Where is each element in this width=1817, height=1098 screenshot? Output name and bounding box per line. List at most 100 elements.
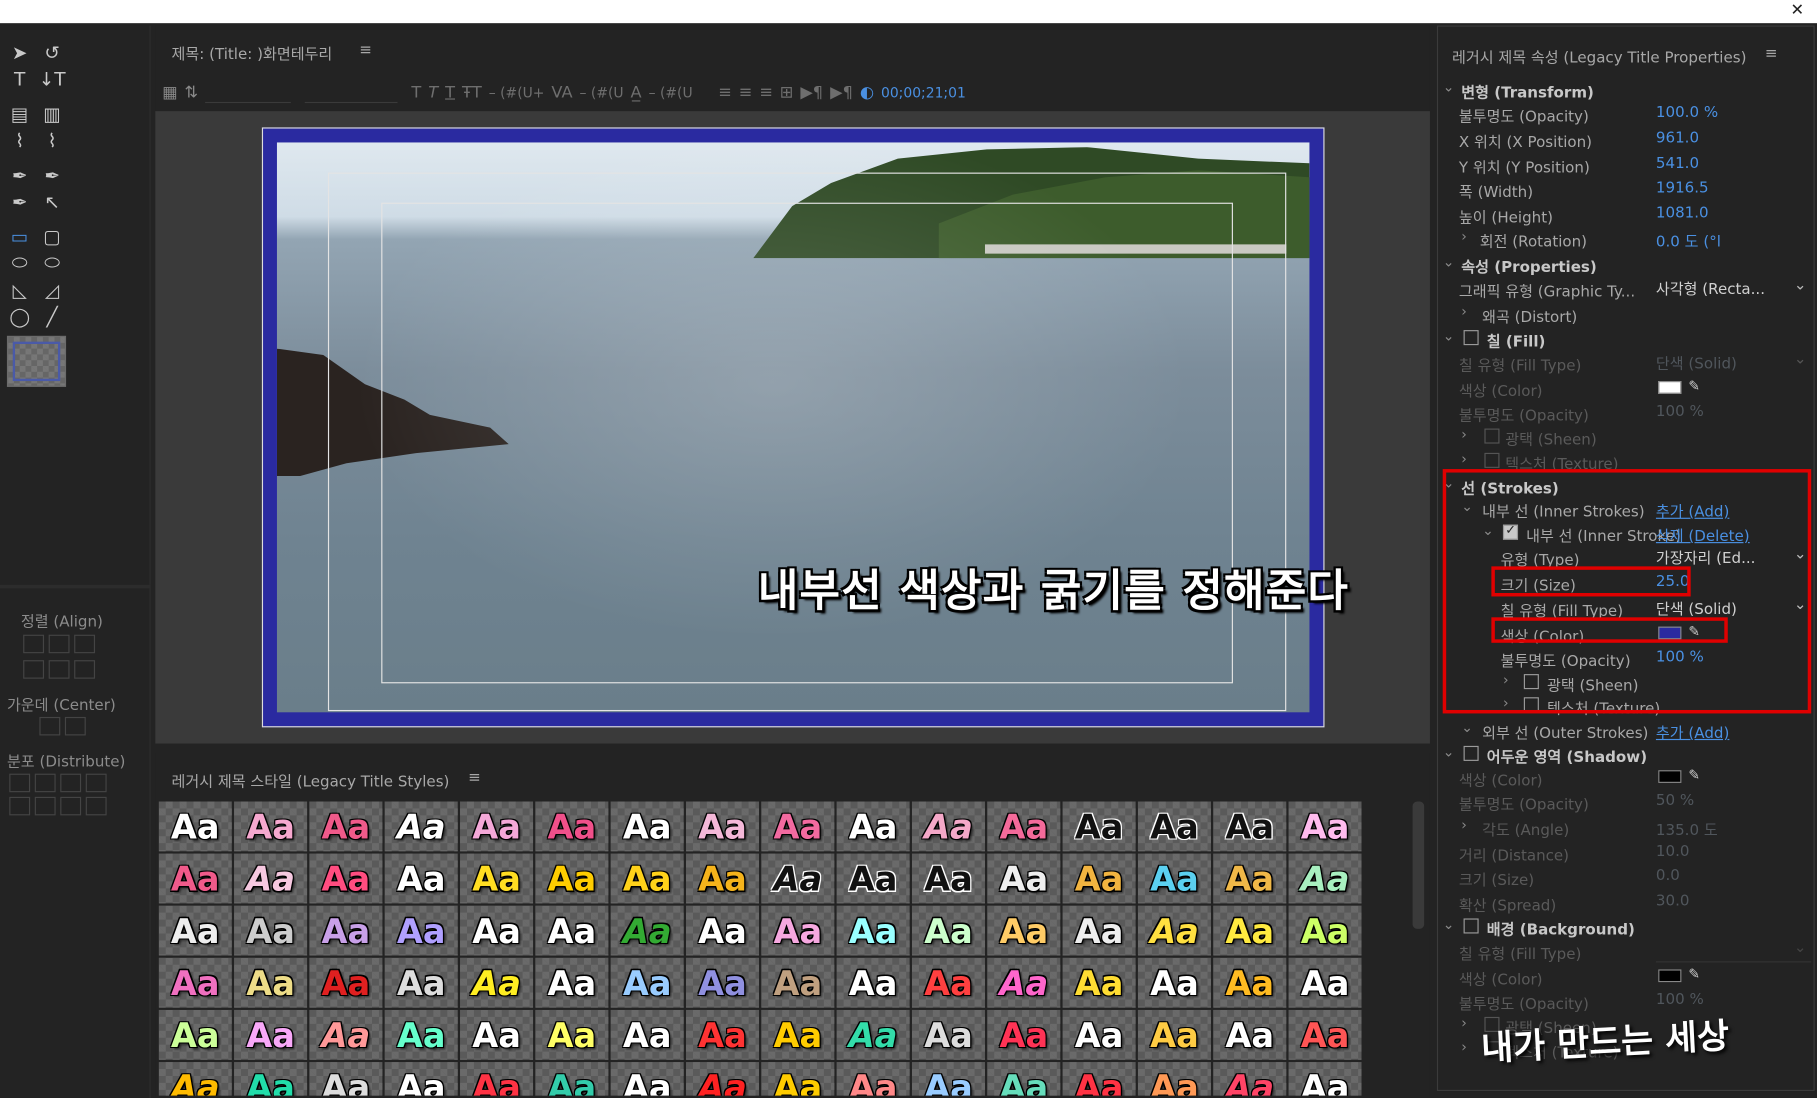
title-style-swatch[interactable]: Aa bbox=[1288, 957, 1362, 1008]
title-style-swatch[interactable]: Aa bbox=[1288, 1009, 1362, 1060]
title-style-swatch[interactable]: Aa bbox=[460, 801, 534, 852]
shadow-spread-value[interactable]: 30.0 bbox=[1656, 893, 1690, 910]
title-style-swatch[interactable]: Aa bbox=[234, 957, 308, 1008]
title-style-swatch[interactable]: Aa bbox=[987, 1062, 1061, 1096]
title-style-swatch[interactable]: Aa bbox=[460, 1009, 534, 1060]
title-style-swatch[interactable]: Aa bbox=[234, 801, 308, 852]
add-anchor-point-tool-icon[interactable]: ✒ bbox=[5, 189, 35, 214]
title-style-swatch[interactable]: Aa bbox=[158, 905, 232, 956]
panel-divider[interactable] bbox=[0, 584, 151, 589]
title-style-swatch[interactable]: Aa bbox=[987, 957, 1061, 1008]
title-style-swatch[interactable]: Aa bbox=[686, 905, 760, 956]
chevron-right-icon[interactable]: › bbox=[1461, 228, 1467, 244]
title-style-swatch[interactable]: Aa bbox=[1062, 853, 1136, 904]
fill-texture-checkbox[interactable] bbox=[1484, 452, 1500, 468]
type-tool-icon[interactable]: T bbox=[5, 66, 35, 91]
title-style-swatch[interactable]: Aa bbox=[911, 801, 985, 852]
title-style-swatch[interactable]: Aa bbox=[158, 801, 232, 852]
title-style-swatch[interactable]: Aa bbox=[1137, 957, 1211, 1008]
line-tool-icon[interactable]: ╱ bbox=[37, 303, 67, 328]
title-style-swatch[interactable]: Aa bbox=[610, 905, 684, 956]
template-icon[interactable]: ▦ bbox=[162, 83, 177, 102]
bg-color-swatch[interactable] bbox=[1658, 969, 1682, 983]
title-style-swatch[interactable]: Aa bbox=[911, 1009, 985, 1060]
clipped-corner-rectangle-tool-icon[interactable]: ⬭ bbox=[5, 250, 35, 275]
rotation-value[interactable]: 0.0 도 (°l bbox=[1656, 229, 1721, 251]
title-style-swatch[interactable]: Aa bbox=[836, 1009, 910, 1060]
title-style-swatch[interactable]: Aa bbox=[234, 853, 308, 904]
background-section[interactable]: 배경 (Background) bbox=[1487, 917, 1635, 939]
title-style-swatch[interactable]: Aa bbox=[911, 853, 985, 904]
title-style-swatch[interactable]: Aa bbox=[309, 1062, 383, 1096]
rounded-corner-rectangle-tool-icon[interactable]: ⬭ bbox=[37, 250, 67, 275]
bold-icon[interactable]: T bbox=[411, 83, 421, 102]
title-style-swatch[interactable]: Aa bbox=[384, 801, 458, 852]
align-center-h-button[interactable] bbox=[48, 634, 70, 654]
title-style-swatch[interactable]: Aa bbox=[384, 853, 458, 904]
tab-stops-icon[interactable]: ⊞ bbox=[780, 83, 794, 102]
title-style-swatch[interactable]: Aa bbox=[836, 957, 910, 1008]
rectangle-tool-icon[interactable]: ▭ bbox=[5, 224, 35, 249]
distribute-right-button[interactable] bbox=[60, 773, 82, 793]
convert-anchor-point-tool-icon[interactable]: ↖ bbox=[37, 189, 67, 214]
vertical-area-type-tool-icon[interactable]: ▥ bbox=[37, 101, 67, 126]
title-style-swatch[interactable]: Aa bbox=[911, 1062, 985, 1096]
fill-sheen-checkbox[interactable] bbox=[1484, 428, 1500, 444]
title-style-swatch[interactable]: Aa bbox=[309, 1009, 383, 1060]
chevron-right-icon[interactable]: › bbox=[1461, 426, 1467, 442]
title-style-swatch[interactable]: Aa bbox=[610, 853, 684, 904]
eyedropper-icon[interactable]: ✎ bbox=[1688, 378, 1700, 394]
title-style-swatch[interactable]: Aa bbox=[158, 1062, 232, 1096]
selection-tool-icon[interactable]: ➤ bbox=[5, 39, 35, 64]
font-size-icon[interactable]: ŦT bbox=[462, 83, 482, 102]
styles-menu-icon[interactable]: ≡ bbox=[468, 769, 481, 786]
title-style-swatch[interactable]: Aa bbox=[761, 905, 835, 956]
fill-section[interactable]: 칠 (Fill) bbox=[1487, 329, 1546, 351]
distribute-middle-button[interactable] bbox=[34, 796, 56, 816]
align-right-button[interactable] bbox=[74, 634, 96, 654]
title-style-swatch[interactable]: Aa bbox=[535, 1009, 609, 1060]
eyedropper-icon[interactable]: ✎ bbox=[1688, 966, 1700, 982]
title-style-swatch[interactable]: Aa bbox=[234, 1062, 308, 1096]
title-style-swatch[interactable]: Aa bbox=[535, 853, 609, 904]
distribute-center-button[interactable] bbox=[34, 773, 56, 793]
x-position-value[interactable]: 961.0 bbox=[1656, 130, 1699, 147]
eyedropper-icon[interactable]: ✎ bbox=[1688, 767, 1700, 783]
shadow-color-swatch[interactable] bbox=[1658, 770, 1682, 783]
font-size-value[interactable]: – (#(U+ bbox=[489, 85, 545, 101]
title-style-swatch[interactable]: Aa bbox=[1137, 1009, 1211, 1060]
width-value[interactable]: 1916.5 bbox=[1656, 180, 1709, 197]
title-style-swatch[interactable]: Aa bbox=[1137, 801, 1211, 852]
rounded-rectangle-tool-icon[interactable]: ▢ bbox=[37, 224, 67, 249]
center-horizontal-button[interactable] bbox=[39, 716, 61, 736]
title-style-swatch[interactable]: Aa bbox=[836, 801, 910, 852]
center-vertical-button[interactable] bbox=[64, 716, 86, 736]
font-style-dropdown[interactable] bbox=[304, 82, 398, 104]
title-style-swatch[interactable]: Aa bbox=[460, 905, 534, 956]
roll-crawl-icon[interactable]: ⇅ bbox=[185, 83, 199, 102]
font-family-dropdown[interactable] bbox=[205, 82, 291, 104]
path-type-tool-icon[interactable]: ⌇ bbox=[5, 127, 35, 152]
title-style-swatch[interactable]: Aa bbox=[686, 853, 760, 904]
arc-tool-icon[interactable]: ◿ bbox=[37, 277, 67, 302]
chevron-down-icon[interactable]: ⌄ bbox=[1443, 254, 1455, 270]
title-style-swatch[interactable]: Aa bbox=[761, 801, 835, 852]
bg-opacity-value[interactable]: 100 % bbox=[1656, 991, 1704, 1008]
transform-section[interactable]: 변형 (Transform) bbox=[1461, 80, 1594, 102]
title-style-swatch[interactable]: Aa bbox=[1213, 957, 1287, 1008]
title-style-swatch[interactable]: Aa bbox=[1213, 1009, 1287, 1060]
chevron-down-icon[interactable]: ⌄ bbox=[1443, 744, 1455, 760]
show-background-icon[interactable]: ▶¶ bbox=[800, 83, 823, 102]
pen-tool-icon[interactable]: ✒ bbox=[5, 162, 35, 187]
chevron-down-icon[interactable]: ⌄ bbox=[1461, 719, 1473, 735]
title-style-swatch[interactable]: Aa bbox=[761, 1009, 835, 1060]
align-top-button[interactable] bbox=[23, 660, 45, 679]
title-style-swatch[interactable]: Aa bbox=[535, 801, 609, 852]
title-style-swatch[interactable]: Aa bbox=[1137, 853, 1211, 904]
title-style-swatch[interactable]: Aa bbox=[460, 1062, 534, 1096]
title-style-swatch[interactable]: Aa bbox=[384, 1009, 458, 1060]
align-bottom-button[interactable] bbox=[74, 660, 96, 679]
title-style-swatch[interactable]: Aa bbox=[1062, 905, 1136, 956]
title-style-swatch[interactable]: Aa bbox=[460, 957, 534, 1008]
title-frame-rectangle[interactable] bbox=[261, 127, 1325, 728]
